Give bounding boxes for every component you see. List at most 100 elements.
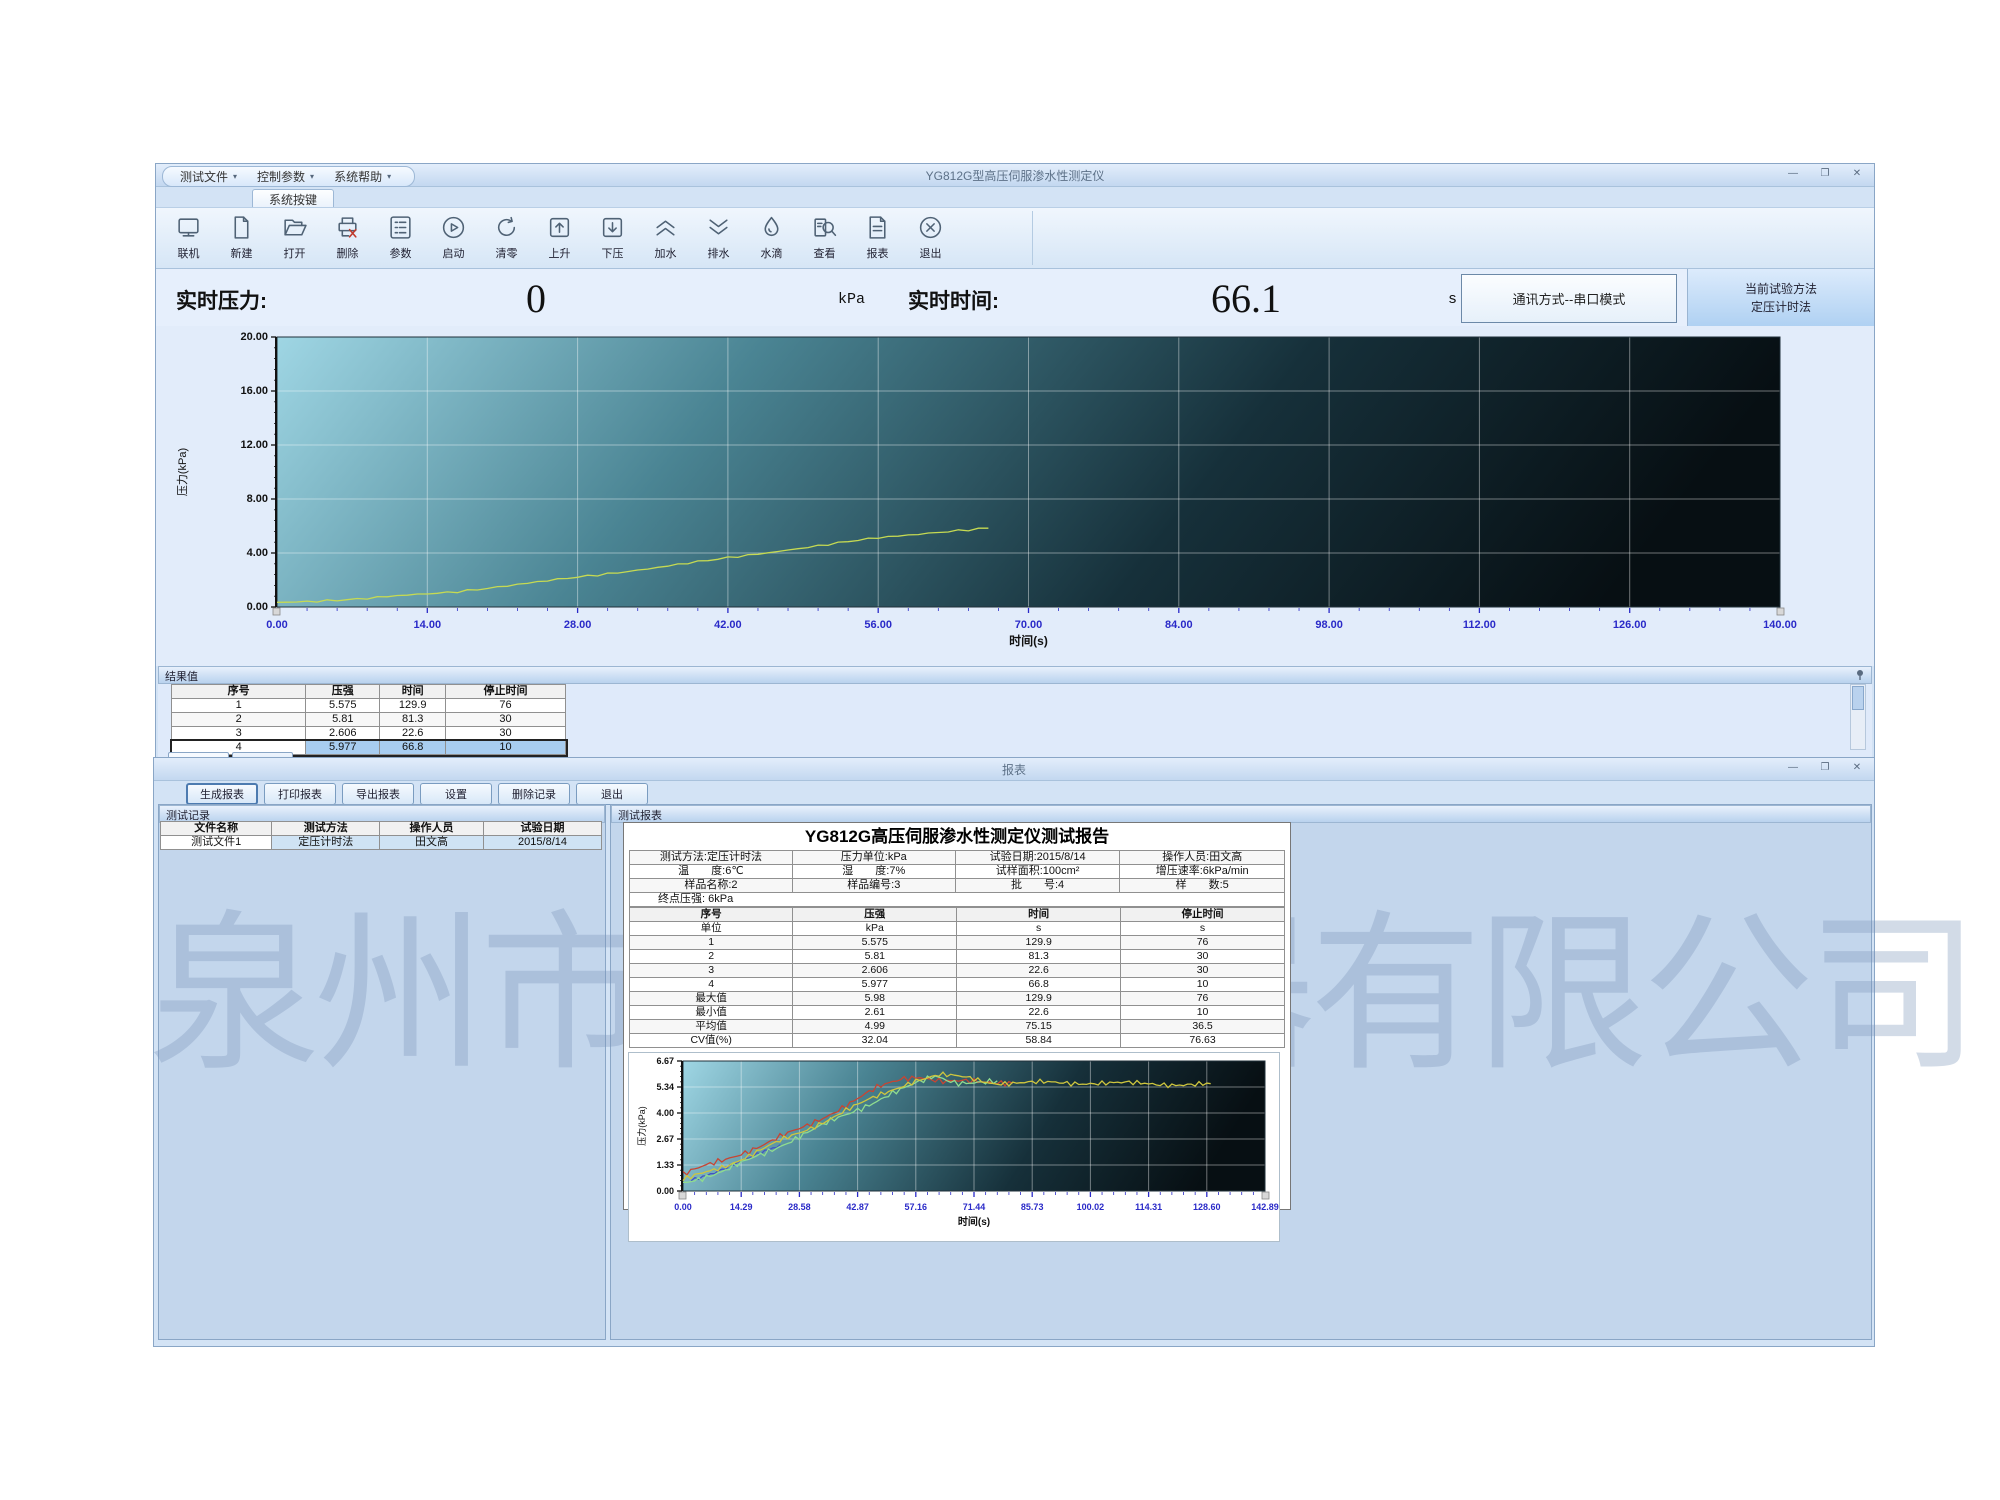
table-cell: 单位 xyxy=(630,922,793,936)
results-scrollbar[interactable] xyxy=(1850,684,1866,750)
results-panel: 结果值 序号压强时间停止时间15.575129.97625.8181.33032… xyxy=(158,666,1872,758)
settings-button[interactable]: 设置 xyxy=(420,783,492,805)
report-data-row[interactable]: 15.575129.976 xyxy=(630,936,1285,950)
table-row[interactable]: 25.8181.330 xyxy=(172,713,566,727)
report-data-row[interactable]: 单位kPass xyxy=(630,922,1285,936)
svg-text:142.89: 142.89 xyxy=(1251,1202,1279,1212)
minimize-button[interactable]: — xyxy=(1784,167,1802,181)
close-button[interactable]: ✕ xyxy=(1848,761,1866,775)
water-drop-button[interactable]: 水滴 xyxy=(745,210,798,262)
connect-button[interactable]: 联机 xyxy=(162,210,215,262)
report-data-row[interactable]: 45.97766.810 xyxy=(630,978,1285,992)
press-down-button[interactable]: 下压 xyxy=(586,210,639,262)
table-cell: 66.8 xyxy=(380,741,446,755)
toolbar-divider xyxy=(1032,211,1033,265)
clear-zero-button[interactable]: 清零 xyxy=(480,210,533,262)
report-data-row[interactable]: CV值(%)32.0458.8476.63 xyxy=(630,1034,1285,1048)
tool-button-label: 排水 xyxy=(708,245,730,261)
table-header-row: 序号压强时间停止时间 xyxy=(172,685,566,699)
table-cell: 30 xyxy=(446,727,566,741)
svg-text:20.00: 20.00 xyxy=(240,331,268,343)
table-cell: 66.8 xyxy=(957,978,1121,992)
report-data-row[interactable]: 32.60622.630 xyxy=(630,964,1285,978)
rise-button[interactable]: 上升 xyxy=(533,210,586,262)
maximize-button[interactable]: ❐ xyxy=(1816,761,1834,775)
drain-water-button[interactable]: 排水 xyxy=(692,210,745,262)
table-cell: 2.606 xyxy=(306,727,380,741)
open-folder-icon xyxy=(281,214,308,244)
pin-icon[interactable] xyxy=(1855,669,1865,683)
scrollbar-thumb[interactable] xyxy=(1852,686,1864,710)
table-cell: 30 xyxy=(1121,964,1285,978)
table-cell: 32.04 xyxy=(793,1034,957,1048)
params-button[interactable]: 参数 xyxy=(374,210,427,262)
test-records-table[interactable]: 文件名称测试方法操作人员试验日期测试文件1定压计时法田文高2015/8/14 xyxy=(160,821,602,850)
table-cell: 2.61 xyxy=(793,1006,957,1020)
chevrons-down-icon xyxy=(705,214,732,244)
column-header: 序号 xyxy=(630,908,793,922)
start-button[interactable]: 启动 xyxy=(427,210,480,262)
report-data-row[interactable]: 25.8181.330 xyxy=(630,950,1285,964)
info-cell: 样 数:5 xyxy=(1120,879,1285,893)
export-report-button[interactable]: 导出报表 xyxy=(342,783,414,805)
table-cell: 22.6 xyxy=(380,727,446,741)
tool-button-label: 清零 xyxy=(496,245,518,261)
maximize-button[interactable]: ❐ xyxy=(1816,167,1834,181)
svg-text:114.31: 114.31 xyxy=(1135,1202,1162,1212)
table-cell: 10 xyxy=(1121,1006,1285,1020)
report-data-row[interactable]: 平均值4.9975.1536.5 xyxy=(630,1020,1285,1034)
pressure-label: 实时压力: xyxy=(176,285,267,315)
close-button[interactable]: ✕ xyxy=(1848,167,1866,181)
svg-text:2.67: 2.67 xyxy=(656,1134,674,1144)
exit-report-button[interactable]: 退出 xyxy=(576,783,648,805)
minimize-button[interactable]: — xyxy=(1784,761,1802,775)
svg-text:时间(s): 时间(s) xyxy=(1009,633,1048,648)
status-row: 实时压力: 0 kPa 实时时间: 66.1 s 通讯方式--串口模式 当前试验… xyxy=(156,269,1874,330)
add-water-button[interactable]: 加水 xyxy=(639,210,692,262)
report-data-row[interactable]: 最大值5.98129.976 xyxy=(630,992,1285,1006)
report-data-row[interactable]: 最小值2.6122.610 xyxy=(630,1006,1285,1020)
table-cell: 5.575 xyxy=(306,699,380,713)
generate-report-button[interactable]: 生成报表 xyxy=(186,783,258,805)
table-cell: 76 xyxy=(1121,936,1285,950)
tool-button-label: 水滴 xyxy=(761,245,783,261)
delete-button[interactable]: 删除 xyxy=(321,210,374,262)
report-data-table: 序号压强时间停止时间单位kPass15.575129.97625.8181.33… xyxy=(629,907,1285,1048)
view-button[interactable]: 查看 xyxy=(798,210,851,262)
table-cell: 76.63 xyxy=(1121,1034,1285,1048)
info-cell: 试验日期:2015/8/14 xyxy=(955,851,1120,865)
current-method-button[interactable]: 当前试验方法 定压计时法 xyxy=(1687,269,1874,328)
new-file-icon xyxy=(228,214,255,244)
new-file-button[interactable]: 新建 xyxy=(215,210,268,262)
open-file-button[interactable]: 打开 xyxy=(268,210,321,262)
delete-record-button[interactable]: 删除记录 xyxy=(498,783,570,805)
record-row[interactable]: 测试文件1定压计时法田文高2015/8/14 xyxy=(161,836,602,850)
table-cell: 129.9 xyxy=(957,992,1121,1006)
arrow-down-icon xyxy=(599,214,626,244)
table-row[interactable]: 32.60622.630 xyxy=(172,727,566,741)
pressure-unit: kPa xyxy=(838,291,865,308)
svg-text:126.00: 126.00 xyxy=(1613,619,1647,631)
svg-text:70.00: 70.00 xyxy=(1015,619,1043,631)
comm-mode-button[interactable]: 通讯方式--串口模式 xyxy=(1461,274,1677,323)
chevrons-up-icon xyxy=(652,214,679,244)
table-cell: 5.81 xyxy=(306,713,380,727)
tab-system-keys[interactable]: 系统按键 xyxy=(252,189,334,209)
report-button[interactable]: 报表 xyxy=(851,210,904,262)
info-cell: 样品编号:3 xyxy=(792,879,955,893)
print-report-button[interactable]: 打印报表 xyxy=(264,783,336,805)
table-cell: 1 xyxy=(630,936,793,950)
table-cell: 最大值 xyxy=(630,992,793,1006)
svg-text:28.00: 28.00 xyxy=(564,619,592,631)
exit-button[interactable]: 退出 xyxy=(904,210,957,262)
column-header: 压强 xyxy=(793,908,957,922)
svg-text:0.00: 0.00 xyxy=(656,1186,674,1196)
table-cell: 4 xyxy=(630,978,793,992)
table-cell: 30 xyxy=(1121,950,1285,964)
svg-text:4.00: 4.00 xyxy=(247,547,268,559)
table-row[interactable]: 15.575129.976 xyxy=(172,699,566,713)
results-table[interactable]: 序号压强时间停止时间15.575129.97625.8181.33032.606… xyxy=(171,684,566,755)
info-cell: 测试方法:定压计时法 xyxy=(630,851,793,865)
table-cell: s xyxy=(957,922,1121,936)
report-page: YG812G高压伺服渗水性测定仪测试报告 测试方法:定压计时法压力单位:kPa试… xyxy=(623,822,1291,1210)
